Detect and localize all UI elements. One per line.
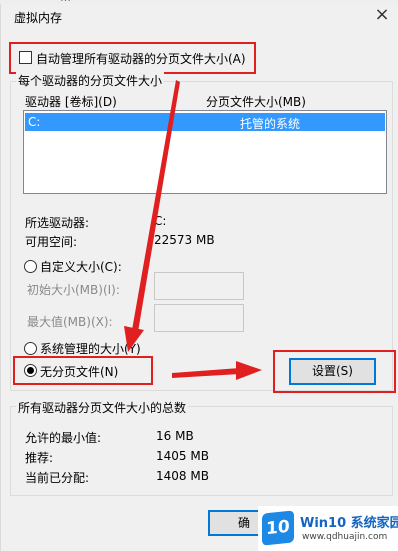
logo-number: 10 bbox=[266, 516, 290, 540]
arrow-right-shaft bbox=[172, 368, 240, 378]
arrow-right-head bbox=[236, 361, 262, 380]
watermark-url: www.qdhuajin.com bbox=[302, 532, 388, 542]
watermark: 10 Win10 系统家园 www.qdhuajin.com bbox=[258, 506, 398, 551]
arrow-down-head bbox=[124, 326, 144, 352]
windows-logo-icon: 10 bbox=[262, 510, 294, 546]
watermark-brand: Win10 系统家园 bbox=[300, 516, 398, 531]
annotation-arrows bbox=[124, 80, 262, 380]
arrow-down-shaft bbox=[132, 80, 180, 332]
